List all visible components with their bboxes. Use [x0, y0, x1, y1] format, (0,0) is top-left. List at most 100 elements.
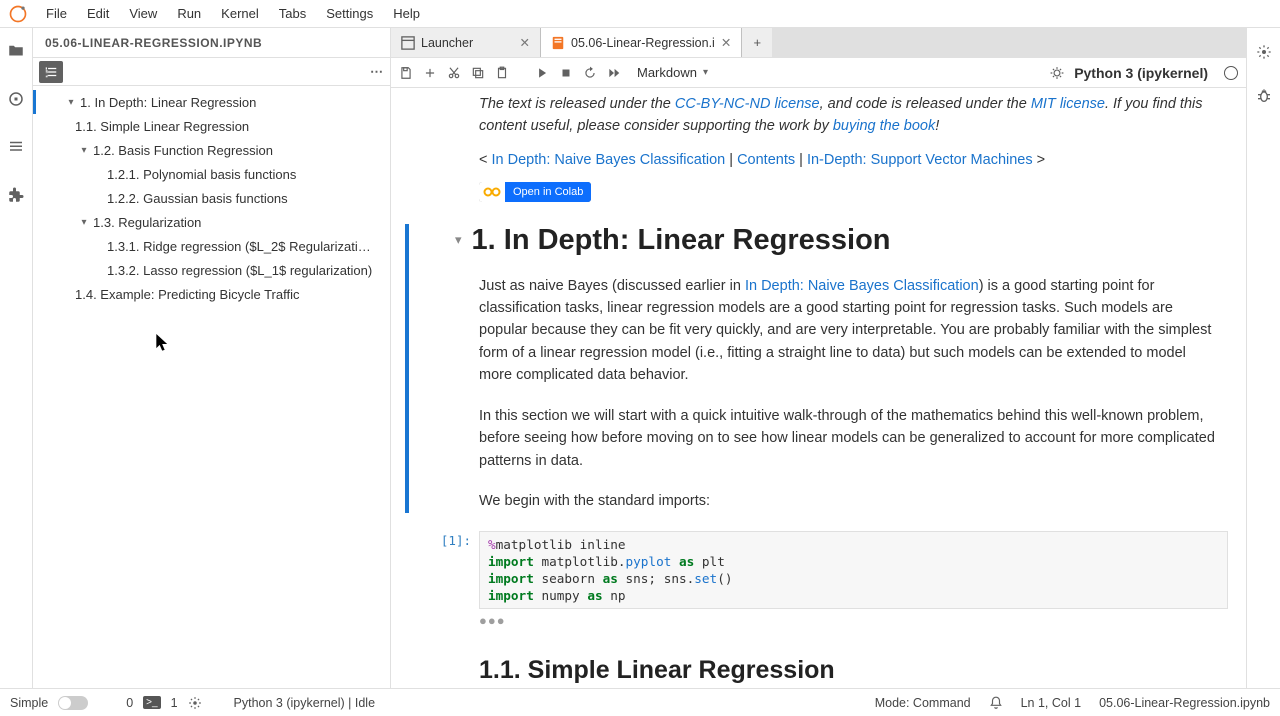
toc-sidebar: 05.06-Linear-Regression.ipynb ⋯ ▾1. In D…: [33, 28, 391, 688]
code-body[interactable]: %matplotlib inline import matplotlib.pyp…: [479, 531, 1228, 610]
menubar: File Edit View Run Kernel Tabs Settings …: [0, 0, 1280, 28]
status-bar: Simple 0 >_ 1 Python 3 (ipykernel) | Idl…: [0, 688, 1280, 716]
tab-launcher[interactable]: Launcher ✕: [391, 28, 541, 57]
tab-label: Launcher: [421, 36, 514, 50]
toc-item-1-2[interactable]: ▾1.2. Basis Function Regression: [33, 138, 390, 162]
bug-icon[interactable]: [1050, 66, 1064, 80]
add-cell-icon[interactable]: [423, 66, 437, 80]
terminal-icon[interactable]: >_: [143, 696, 160, 709]
close-icon[interactable]: ✕: [520, 35, 530, 50]
run-icon[interactable]: [535, 66, 549, 80]
close-icon[interactable]: ✕: [721, 35, 731, 50]
heading-1-1: 1.1. Simple Linear Regression: [405, 656, 1228, 685]
toc-item-1-3-2[interactable]: 1.3.2. Lasso regression ($L_1$ regulariz…: [33, 258, 390, 282]
buy-book-link[interactable]: buying the book: [833, 118, 935, 134]
status-mode: Mode: Command: [875, 696, 971, 710]
restart-icon[interactable]: [583, 66, 597, 80]
menu-edit[interactable]: Edit: [77, 2, 119, 25]
toc-item-1-2-1[interactable]: 1.2.1. Polynomial basis functions: [33, 162, 390, 186]
stop-icon[interactable]: [559, 66, 573, 80]
cell-type-select[interactable]: Markdown ▾: [637, 65, 708, 80]
nav-prev-link[interactable]: In Depth: Naive Bayes Classification: [492, 152, 726, 168]
fast-forward-icon[interactable]: [607, 66, 621, 80]
chevron-down-icon: ▾: [77, 217, 91, 228]
naive-bayes-link[interactable]: In Depth: Naive Bayes Classification: [745, 278, 979, 294]
toc-numbering-button[interactable]: [39, 61, 63, 83]
content-area: Launcher ✕ 05.06-Linear-Regression.i ✕ +…: [391, 28, 1246, 688]
debugger-icon[interactable]: [1256, 88, 1272, 104]
add-tab-button[interactable]: +: [742, 28, 772, 57]
toc-item-label: 1.4. Example: Predicting Bicycle Traffic: [75, 287, 299, 302]
simple-mode-toggle[interactable]: [58, 696, 88, 710]
nav-contents-link[interactable]: Contents: [737, 152, 795, 168]
license-cc-link[interactable]: CC-BY-NC-ND license: [675, 96, 820, 112]
toc-item-1[interactable]: ▾1. In Depth: Linear Regression: [33, 90, 390, 114]
tab-notebook[interactable]: 05.06-Linear-Regression.i ✕: [541, 28, 742, 57]
menu-file[interactable]: File: [36, 2, 77, 25]
code-cell[interactable]: [1]: %matplotlib inline import matplotli…: [405, 531, 1228, 610]
notebook-toolbar: Markdown ▾ Python 3 (ipykernel): [391, 58, 1246, 88]
nav-next-link[interactable]: In-Depth: Support Vector Machines: [807, 152, 1033, 168]
toc-more-button[interactable]: ⋯: [370, 64, 384, 80]
property-inspector-icon[interactable]: [1256, 44, 1272, 60]
toc-item-1-3[interactable]: ▾1.3. Regularization: [33, 210, 390, 234]
toc-item-label: 1.2. Basis Function Regression: [93, 143, 273, 158]
status-filename: 05.06-Linear-Regression.ipynb: [1099, 696, 1270, 710]
cut-icon[interactable]: [447, 66, 461, 80]
toc-item-label: 1.3.2. Lasso regression ($L_1$ regulariz…: [107, 263, 372, 278]
chevron-down-icon: ▾: [77, 145, 91, 156]
toc-tree: ▾1. In Depth: Linear Regression 1.1. Sim…: [33, 86, 390, 310]
toc-item-label: 1.2.1. Polynomial basis functions: [107, 167, 296, 182]
notification-icon[interactable]: [989, 696, 1003, 710]
markdown-cell-h1[interactable]: ▾ 1. In Depth: Linear Regression Just as…: [405, 224, 1228, 513]
colab-badge-label: Open in Colab: [505, 182, 591, 202]
toc-item-label: 1.3. Regularization: [93, 215, 201, 230]
cell-type-label: Markdown: [637, 65, 697, 80]
toc-sidebar-toolbar: ⋯: [33, 58, 390, 86]
tab-label: 05.06-Linear-Regression.i: [571, 36, 715, 50]
status-line-col[interactable]: Ln 1, Col 1: [1021, 696, 1081, 710]
toc-item-1-4[interactable]: 1.4. Example: Predicting Bicycle Traffic: [33, 282, 390, 306]
chevron-down-icon: ▾: [64, 97, 78, 108]
status-tabs-count: 0: [126, 696, 133, 710]
license-mit-link[interactable]: MIT license: [1031, 96, 1105, 112]
open-in-colab-badge[interactable]: Open in Colab: [479, 182, 591, 202]
paste-icon[interactable]: [495, 66, 509, 80]
menu-help[interactable]: Help: [383, 2, 430, 25]
kernel-status-icon[interactable]: [1224, 66, 1238, 80]
toc-item-label: 1.3.1. Ridge regression ($L_2$ Regulariz…: [107, 239, 371, 254]
menu-tabs[interactable]: Tabs: [269, 2, 316, 25]
main-area: 05.06-Linear-Regression.ipynb ⋯ ▾1. In D…: [0, 28, 1280, 688]
jupyter-logo-icon: [8, 4, 28, 24]
chapter-nav: < In Depth: Naive Bayes Classification |…: [405, 152, 1228, 168]
menu-run[interactable]: Run: [167, 2, 211, 25]
toc-icon[interactable]: [7, 138, 25, 156]
menu-kernel[interactable]: Kernel: [211, 2, 269, 25]
toc-item-1-3-1[interactable]: 1.3.1. Ridge regression ($L_2$ Regulariz…: [33, 234, 390, 258]
toc-sidebar-header: 05.06-Linear-Regression.ipynb: [33, 28, 390, 58]
menu-settings[interactable]: Settings: [316, 2, 383, 25]
kernel-name[interactable]: Python 3 (ipykernel): [1074, 65, 1208, 81]
heading-1: 1. In Depth: Linear Regression: [472, 224, 891, 257]
paragraph: Just as naive Bayes (discussed earlier i…: [405, 275, 1228, 387]
status-terminals-count: 1: [171, 696, 178, 710]
toc-item-1-2-2[interactable]: 1.2.2. Gaussian basis functions: [33, 186, 390, 210]
status-kernel[interactable]: Python 3 (ipykernel) | Idle: [234, 696, 376, 710]
colab-icon: [483, 186, 501, 198]
notebook-body[interactable]: The text is released under the CC-BY-NC-…: [391, 88, 1246, 688]
collapsed-output-icon[interactable]: ●●●: [405, 613, 1228, 628]
chevron-down-icon[interactable]: ▾: [455, 232, 462, 248]
lsp-status-icon[interactable]: [188, 696, 202, 710]
cell-active-indicator: [405, 224, 409, 513]
running-icon[interactable]: [7, 90, 25, 108]
launcher-icon: [401, 36, 415, 50]
menu-view[interactable]: View: [119, 2, 167, 25]
chevron-down-icon: ▾: [703, 67, 708, 78]
folder-icon[interactable]: [7, 42, 25, 60]
save-icon[interactable]: [399, 66, 413, 80]
list-numbered-icon: [44, 65, 58, 79]
extensions-icon[interactable]: [7, 186, 25, 204]
toc-item-1-1[interactable]: 1.1. Simple Linear Regression: [33, 114, 390, 138]
mouse-cursor-icon: [156, 334, 170, 354]
copy-icon[interactable]: [471, 66, 485, 80]
